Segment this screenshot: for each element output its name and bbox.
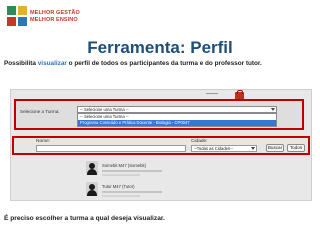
logo-line-2: MELHOR ENSINO	[30, 17, 78, 23]
participant-detail-line	[102, 191, 162, 193]
slide-subtitle: Possibilita visualizar o perfil de todos…	[4, 60, 318, 67]
city-label: Cidade:	[191, 139, 208, 144]
subtitle-before: Possibilita	[4, 60, 38, 67]
city-select[interactable]: --Todas as Cidades--	[191, 145, 257, 152]
logo: MELHOR GESTÃO MELHOR ENSINO	[6, 3, 80, 31]
search-button[interactable]: Buscar	[266, 144, 284, 152]
participant-list: Somebit M47 (Somebit) Tutor M47 (Tutor)	[86, 160, 266, 200]
class-option-highlighted[interactable]: Programa Conteúdo e Prática Docente - Bi…	[78, 120, 276, 126]
class-select-label: Selecione a Turma:	[20, 109, 60, 114]
slide-title: Ferramenta: Perfil	[87, 38, 233, 57]
slide-footer-note: É preciso escolher a turma a qual deseja…	[4, 215, 165, 222]
class-filter-panel: Selecione a Turma: -- Selecione uma Turm…	[14, 99, 304, 130]
subtitle-after: o perfil de todos os participantes da tu…	[66, 60, 262, 67]
subtitle-highlight: visualizar	[37, 60, 67, 67]
name-input[interactable]	[36, 145, 186, 152]
participant-name[interactable]: Somebit M47 (Somebit)	[102, 163, 146, 168]
participant-detail-line	[102, 174, 140, 176]
all-button[interactable]: Todos	[287, 144, 305, 152]
participant-name[interactable]: Tutor M47 (Tutor)	[102, 184, 135, 189]
logo-mark-icon	[7, 6, 27, 26]
class-dropdown-list: -- Selecione uma Turma -- Programa Conte…	[77, 113, 277, 127]
search-panel: Nome: Cidade: --Todas as Cidades-- Busca…	[12, 136, 310, 155]
name-label: Nome:	[36, 139, 51, 144]
avatar	[86, 182, 98, 196]
participant-detail-line	[102, 195, 140, 197]
participant-item[interactable]: Tutor M47 (Tutor)	[86, 181, 266, 199]
participant-item[interactable]: Somebit M47 (Somebit)	[86, 160, 266, 178]
decorative-line	[206, 93, 218, 96]
participant-detail-line	[102, 170, 162, 172]
logo-line-1: MELHOR GESTÃO	[30, 10, 80, 16]
avatar	[86, 161, 98, 175]
class-select[interactable]: -- Selecione uma Turma --	[77, 106, 277, 113]
